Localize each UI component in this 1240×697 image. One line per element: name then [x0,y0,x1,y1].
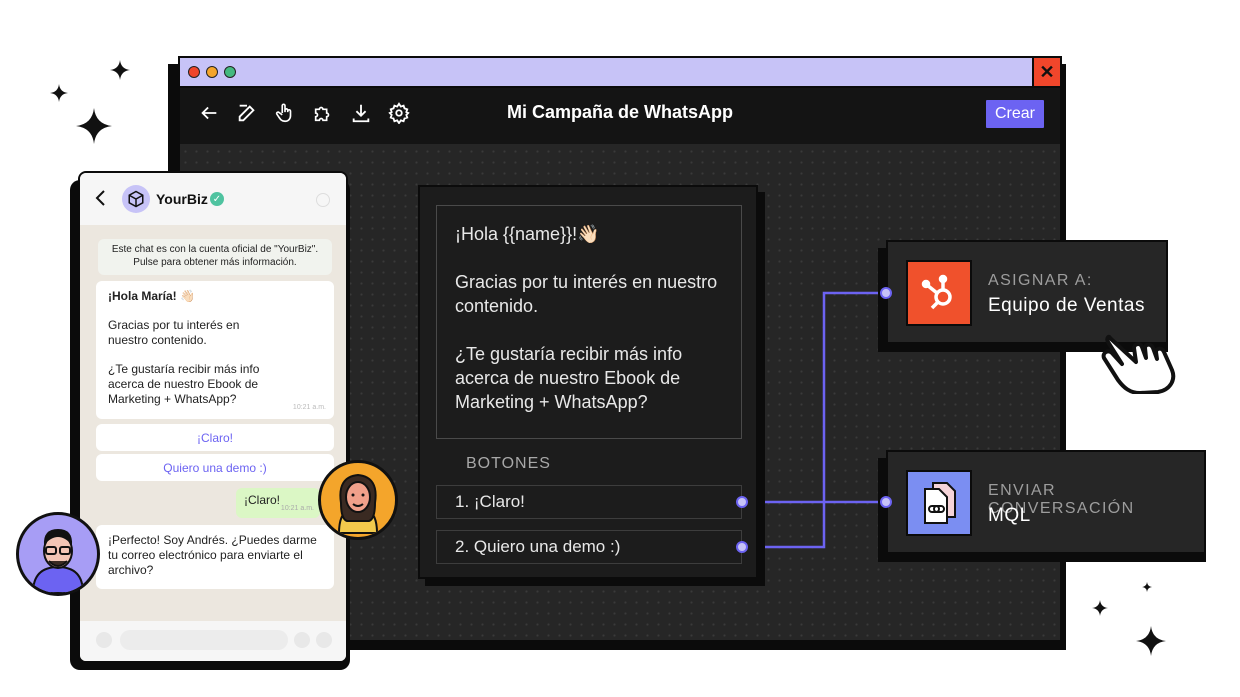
message-input[interactable] [120,630,288,650]
sparkle-decoration [1092,600,1108,616]
message-body: Gracias por tu interés en nuestro conten… [455,272,718,316]
documents-link-icon [906,470,972,536]
verified-icon: ✓ [210,192,224,206]
sparkle-decoration [1136,626,1166,656]
window-minimize-dot[interactable] [206,66,218,78]
chat-input-bar [80,621,346,661]
connector-port[interactable] [736,541,748,553]
reply-message: ¡Perfecto! Soy Andrés. ¿Puedes darme tu … [96,525,334,589]
incoming-greeting: ¡Hola María! 👋🏻 [108,289,195,303]
hand-cursor-icon [1100,318,1182,399]
sparkle-decoration [110,60,130,80]
message-greeting: ¡Hola {{name}}!👋🏻 [455,224,600,244]
message-content[interactable]: ¡Hola {{name}}!👋🏻 Gracias por tu interés… [436,205,742,439]
create-button[interactable]: Crear [986,100,1044,128]
action-card-send[interactable]: ENVIAR CONVERSACIÓN MQL [886,450,1206,554]
window-close-dot[interactable] [188,66,200,78]
system-notice[interactable]: Este chat es con la cuenta oficial de "Y… [98,239,332,275]
close-button[interactable]: ✕ [1032,58,1060,86]
sparkle-decoration [76,108,112,144]
message-question: ¿Te gustaría recibir más info acerca de … [455,344,683,412]
incoming-question: ¿Te gustaría recibir más info acerca de … [108,362,260,406]
hubspot-icon [906,260,972,326]
business-avatar [122,185,150,213]
buttons-section-label: BOTONES [466,455,551,472]
action-value: MQL [988,505,1031,526]
page-title: Mi Campaña de WhatsApp [506,102,734,122]
camera-icon[interactable] [294,632,310,648]
node-button-option[interactable]: 2. Quiero una demo :) [436,530,742,564]
message-timestamp: 10:21 a.m. [280,505,314,512]
header-menu-dot[interactable] [316,193,330,207]
sparkle-decoration [50,84,68,102]
window-titlebar: ✕ [180,58,1060,88]
incoming-body: Gracias por tu interés en nuestro conten… [108,318,240,347]
emoji-icon[interactable] [96,632,112,648]
connector-port[interactable] [880,287,892,299]
message-timestamp: 10:21 a.m. [292,404,326,411]
whatsapp-phone: YourBiz ✓ Este chat es con la cuenta ofi… [78,171,348,663]
action-value: Equipo de Ventas [988,295,1145,316]
quick-reply-button[interactable]: Quiero una demo :) [96,454,334,481]
customer-avatar [318,460,398,540]
node-button-option[interactable]: 1. ¡Claro! [436,485,742,519]
back-chevron-icon[interactable] [94,189,106,212]
chat-header: YourBiz ✓ [80,173,346,225]
toolbar: Mi Campaña de WhatsApp Crear [180,88,1060,144]
message-node[interactable]: ¡Hola {{name}}!👋🏻 Gracias por tu interés… [418,185,758,579]
window-maximize-dot[interactable] [224,66,236,78]
incoming-message: ¡Hola María! 👋🏻 Gracias por tu interés e… [96,281,334,419]
agent-avatar [16,512,100,596]
mic-icon[interactable] [316,632,332,648]
quick-reply-button[interactable]: ¡Claro! [96,424,334,451]
contact-name: YourBiz [156,191,208,207]
outgoing-message: ¡Claro! 10:21 a.m. [236,488,320,518]
connector-port[interactable] [736,496,748,508]
connector-port[interactable] [880,496,892,508]
sparkle-decoration [1142,582,1152,592]
action-label: ASIGNAR A: [988,272,1093,289]
